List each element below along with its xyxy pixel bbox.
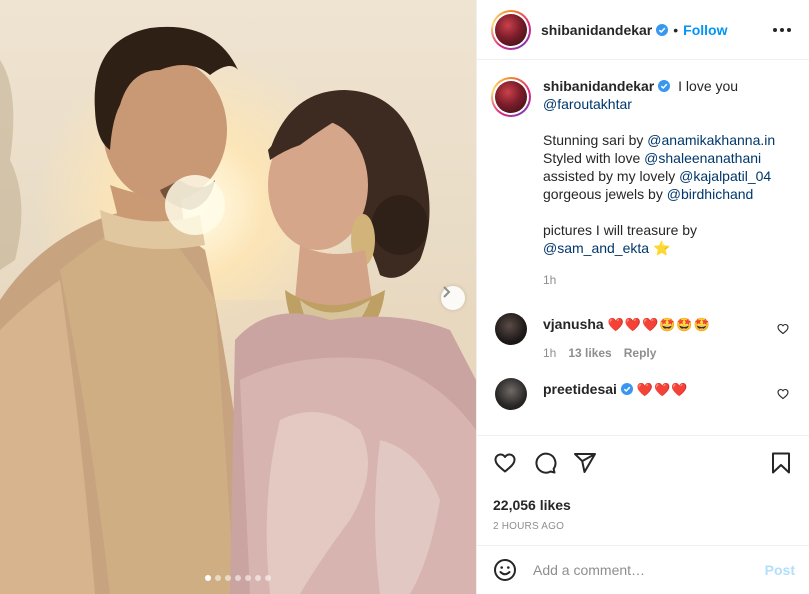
caption: shibanidandekar I love you @faroutakhtar S…	[491, 77, 795, 289]
commenter-avatar[interactable]	[495, 313, 527, 345]
post-side-panel: shibanidandekar • Follow shibanidandekar…	[476, 0, 809, 594]
author-username[interactable]: shibanidandekar	[541, 22, 652, 38]
post-actions: 22,056 likes 2 HOURS AGO	[477, 435, 809, 532]
separator-dot: •	[673, 21, 679, 38]
caption-line: @sam_and_ekta ⭐	[543, 239, 793, 257]
carousel-dot	[245, 575, 251, 581]
caption-text: Styled with love	[543, 150, 645, 166]
author-avatar[interactable]	[491, 9, 531, 50]
carousel-dot	[235, 575, 241, 581]
caption-mention-link[interactable]: @shaleenanathani	[644, 150, 761, 166]
commenter-username[interactable]: preetidesai	[543, 381, 617, 397]
emoji-icon[interactable]	[493, 558, 517, 582]
likes-count[interactable]: 22,056 likes	[493, 497, 793, 513]
commenter-avatar[interactable]	[495, 378, 527, 410]
caption-line: Stunning sari by @anamikakhanna.in	[543, 131, 793, 149]
comment-icon[interactable]	[533, 451, 557, 475]
comment-time[interactable]: 1h	[543, 346, 556, 360]
follow-button[interactable]: Follow	[683, 22, 727, 38]
comment-likes[interactable]: 13 likes	[568, 346, 611, 360]
chevron-right-icon	[443, 286, 451, 298]
carousel-dot	[265, 575, 271, 581]
comments-section[interactable]: shibanidandekar I love you @faroutakhtar S…	[477, 61, 809, 435]
bookmark-icon[interactable]	[769, 451, 793, 475]
caption-line: @faroutakhtar	[543, 95, 793, 113]
carousel-indicator	[0, 575, 476, 581]
post-comment-button[interactable]: Post	[765, 562, 795, 578]
more-options-icon[interactable]	[769, 22, 795, 38]
carousel-dot	[225, 575, 231, 581]
caption-text: I love you	[678, 78, 739, 94]
comment-text: ❤️❤️❤️🤩🤩🤩	[607, 317, 711, 332]
caption-text: Stunning sari by	[543, 132, 648, 148]
caption-avatar[interactable]	[491, 77, 531, 117]
share-icon[interactable]	[573, 451, 597, 475]
comment-item: vjanusha ❤️❤️❤️🤩🤩🤩 1h 13 likes Reply	[491, 313, 795, 360]
caption-text: assisted by my lovely	[543, 168, 680, 184]
heart-icon[interactable]	[493, 451, 517, 475]
caption-body: shibanidandekar I love you @faroutakhtar S…	[543, 77, 793, 289]
carousel-dot	[255, 575, 261, 581]
carousel-dot	[215, 575, 221, 581]
caption-line: gorgeous jewels by @birdhichand	[543, 185, 793, 203]
commenter-username[interactable]: vjanusha	[543, 316, 604, 332]
post-time[interactable]: 2 HOURS AGO	[493, 521, 793, 532]
caption-mention-link[interactable]: @anamikakhanna.in	[647, 132, 775, 148]
carousel-dot	[205, 575, 211, 581]
comment-item: preetidesai ❤️❤️❤️	[491, 378, 795, 410]
comment-text: ❤️❤️❤️	[636, 382, 689, 397]
caption-time[interactable]: 1h	[543, 271, 793, 289]
comment-like-heart-icon[interactable]	[777, 388, 789, 400]
caption-line: assisted by my lovely @kajalpatil_04	[543, 167, 793, 185]
post-header: shibanidandekar • Follow	[477, 0, 809, 60]
caption-line: pictures I will treasure by	[543, 221, 793, 239]
caption-line: Styled with love @shaleenanathani	[543, 149, 793, 167]
star-emoji: ⭐	[653, 240, 671, 256]
verified-badge-icon	[620, 383, 633, 395]
caption-mention-link[interactable]: @sam_and_ekta	[543, 240, 649, 256]
verified-badge-icon	[656, 23, 669, 36]
photo-illustration	[0, 26, 476, 594]
comment-like-heart-icon[interactable]	[777, 323, 789, 335]
caption-text: pictures I will treasure by	[543, 222, 698, 238]
caption-mention-link[interactable]: @faroutakhtar	[543, 96, 632, 112]
reply-button[interactable]: Reply	[624, 346, 657, 360]
add-comment-bar: Post	[477, 545, 809, 594]
post-photo[interactable]	[0, 0, 476, 594]
caption-username[interactable]: shibanidandekar	[543, 78, 654, 94]
caption-mention-link[interactable]: @birdhichand	[667, 186, 754, 202]
caption-text: gorgeous jewels by	[543, 186, 667, 202]
comment-input[interactable]	[533, 562, 765, 578]
verified-badge-icon	[658, 80, 671, 92]
caption-mention-link[interactable]: @kajalpatil_04	[679, 168, 771, 184]
next-image-button[interactable]	[441, 286, 465, 310]
